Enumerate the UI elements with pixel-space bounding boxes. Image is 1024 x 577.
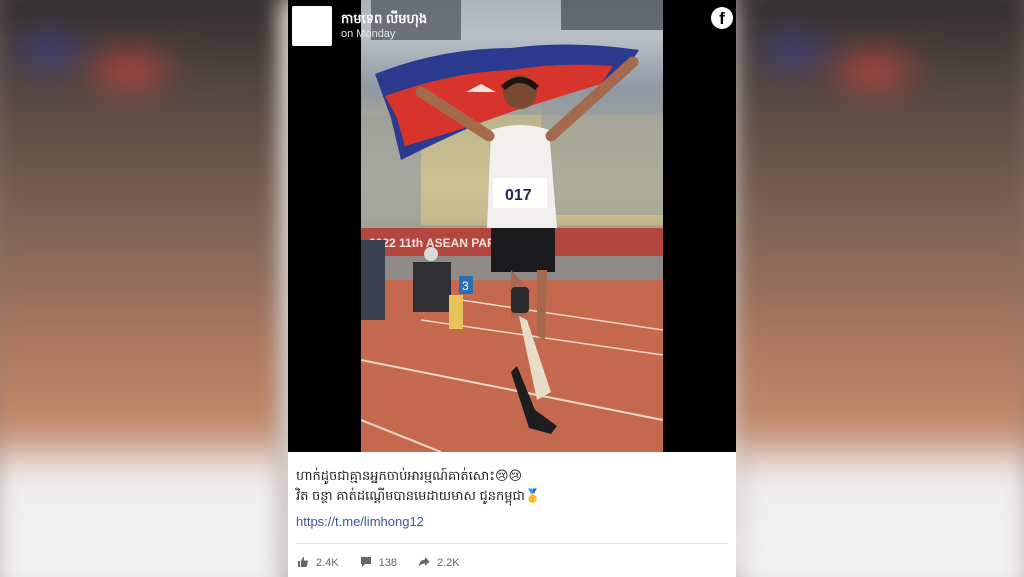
caption-line-1: ហាក់ដូចជាគ្មានអ្នកចាប់អារម្មណ៍គាត់សោះ😢😢 <box>296 468 523 483</box>
post-timestamp[interactable]: on Monday <box>341 28 395 40</box>
blurred-background-right <box>734 0 1024 577</box>
post-media[interactable]: 2022 11th ASEAN PARA GAMES 3 017 កាមទេព … <box>288 0 736 452</box>
caption-line-2: វិត ចន្ថា គាត់ដណ្ដើមបានមេដាយមាស ជូនកម្ពុ… <box>296 488 542 503</box>
blurred-background-left <box>0 0 290 577</box>
post-caption: ហាក់ដូចជាគ្មានអ្នកចាប់អារម្មណ៍គាត់សោះ😢😢 … <box>296 466 726 506</box>
post-link[interactable]: https://t.me/limhong12 <box>296 514 424 529</box>
comments-count: 138 <box>378 557 397 569</box>
like-icon <box>296 556 310 571</box>
track-lane-marker: 3 <box>462 279 469 293</box>
engagement-stats: 2.4K 138 2.2K <box>296 554 480 572</box>
shares-stat[interactable]: 2.2K <box>417 556 460 571</box>
athlete-photo-illustration: 2022 11th ASEAN PARA GAMES 3 017 <box>361 0 663 452</box>
comment-icon <box>359 556 373 571</box>
divider <box>296 543 728 544</box>
author-avatar[interactable] <box>292 6 332 46</box>
shares-count: 2.2K <box>437 557 460 569</box>
likes-count: 2.4K <box>316 557 339 569</box>
comments-stat[interactable]: 138 <box>359 556 397 571</box>
athlete-photo[interactable]: 2022 11th ASEAN PARA GAMES 3 017 <box>361 0 663 452</box>
facebook-icon[interactable]: f <box>711 7 733 29</box>
share-icon <box>417 556 431 571</box>
race-bib-number: 017 <box>505 187 532 204</box>
facebook-post: 2022 11th ASEAN PARA GAMES 3 017 កាមទេព … <box>288 0 736 577</box>
likes-stat[interactable]: 2.4K <box>296 556 339 571</box>
